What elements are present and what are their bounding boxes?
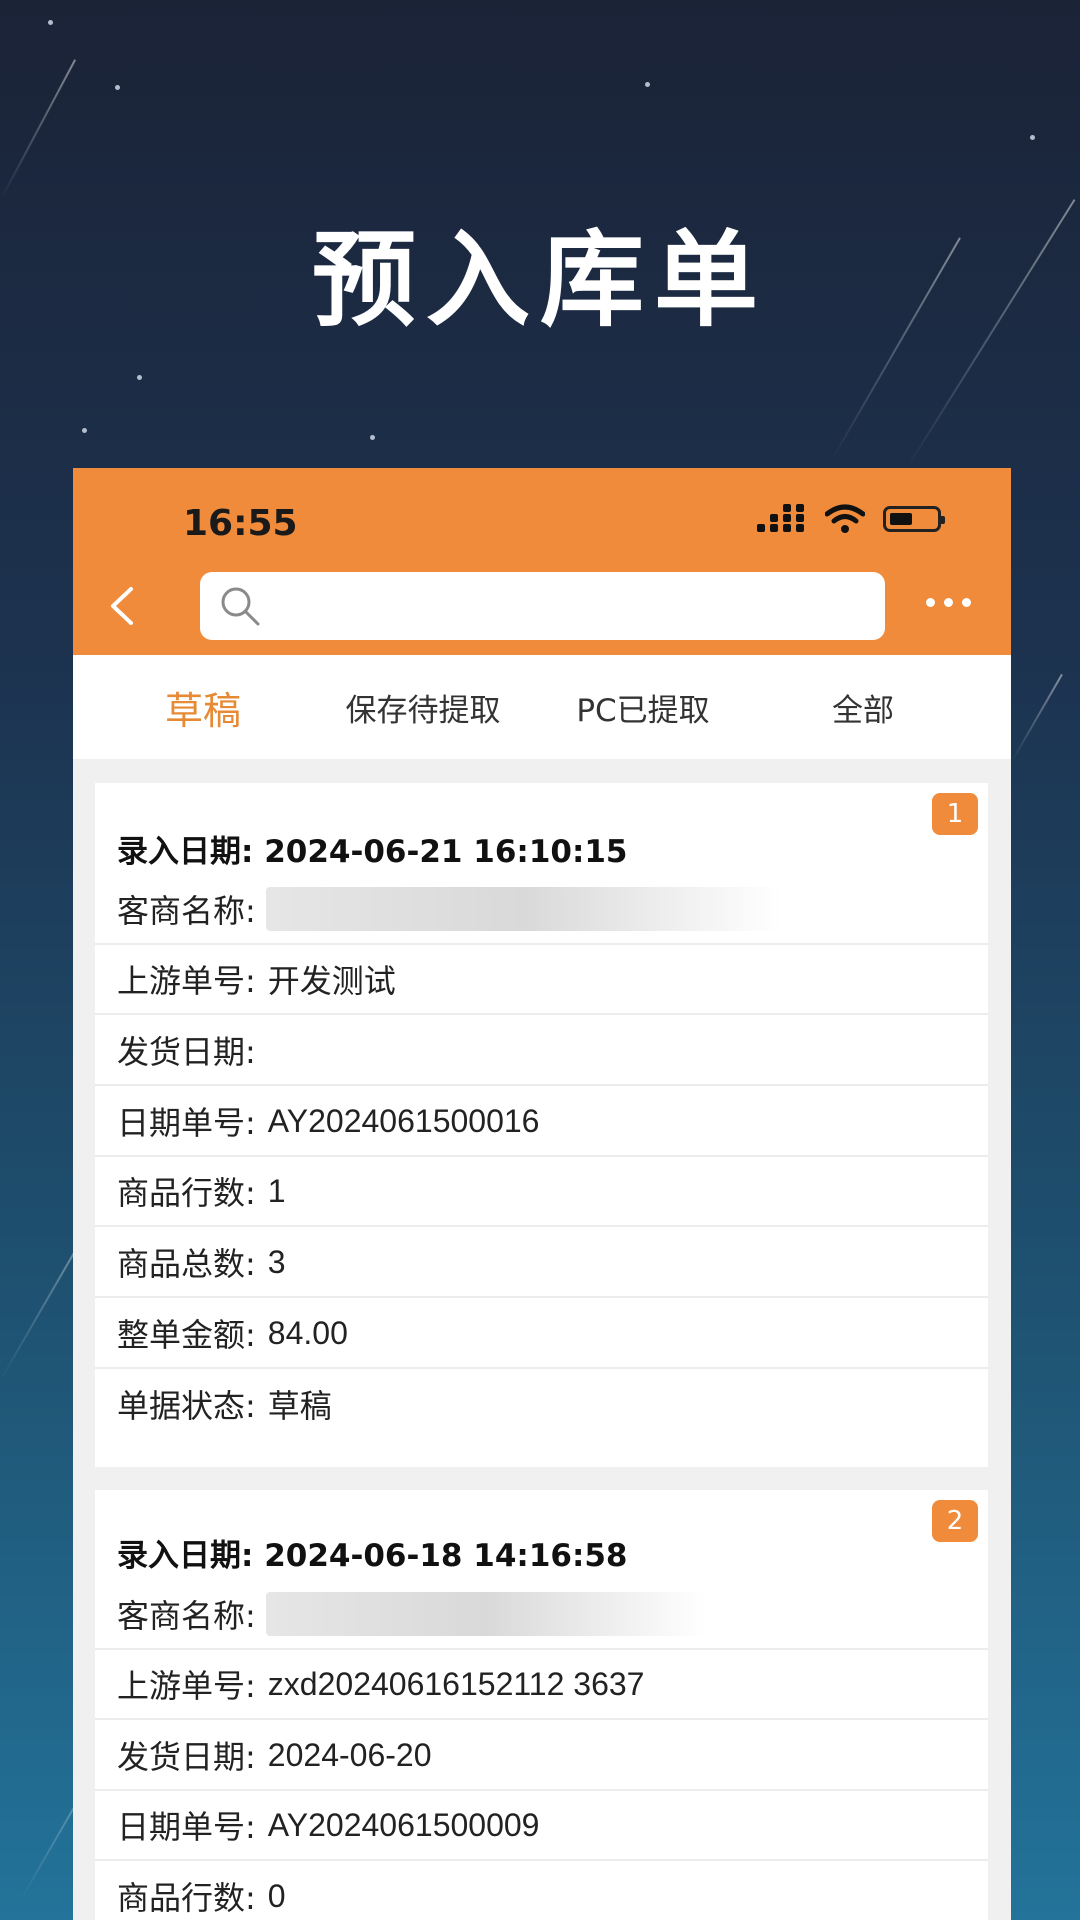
redacted-customer-name (265, 887, 781, 931)
phone-screen: 16:55 草稿 保存待提取 PC已提取 全部 1 录入日期: 2024-06-… (73, 468, 1011, 1920)
total-qty-value: 3 (267, 1243, 286, 1280)
search-bar[interactable] (200, 572, 885, 640)
field-row: 上游单号: 开发测试 (95, 945, 988, 1015)
status-icons (757, 504, 945, 534)
field-row: 客商名称: (95, 1580, 988, 1650)
line-count-value: 0 (267, 1877, 286, 1914)
amount-value: 84.00 (267, 1314, 348, 1351)
field-row: 发货日期: 2024-06-20 (95, 1721, 988, 1791)
customer-label: 客商名称: (117, 1597, 256, 1635)
doc-status-label: 单据状态: (117, 1387, 256, 1425)
hero-title: 预入库单 (311, 219, 768, 341)
status-time: 16:55 (183, 503, 298, 544)
ship-date-label: 发货日期: (117, 1738, 256, 1776)
upstream-no-label: 上游单号: (117, 1667, 256, 1705)
field-row: 客商名称: (95, 875, 988, 945)
more-options-icon[interactable] (926, 598, 971, 607)
line-count-label: 商品行数: (117, 1879, 256, 1917)
doc-status-value: 草稿 (267, 1388, 332, 1424)
entry-date-value: 2024-06-18 14:16:58 (264, 1538, 628, 1574)
amount-label: 整单金额: (117, 1316, 256, 1354)
field-row: 商品总数: 3 (95, 1228, 988, 1298)
status-tabs: 草稿 保存待提取 PC已提取 全部 (73, 655, 1011, 759)
entry-date-line: 录入日期: 2024-06-21 16:10:15 (117, 826, 628, 871)
tab-draft[interactable]: 草稿 (73, 680, 333, 735)
field-row: 发货日期: (95, 1016, 988, 1086)
field-row: 日期单号: AY2024061500009 (95, 1791, 988, 1861)
tab-pending-extract[interactable]: 保存待提取 (333, 685, 513, 730)
upstream-no-value: 开发测试 (267, 963, 396, 999)
total-qty-label: 商品总数: (117, 1245, 256, 1283)
battery-icon (883, 506, 945, 532)
entry-date-value: 2024-06-21 16:10:15 (264, 834, 628, 870)
ship-date-value: 2024-06-20 (267, 1736, 432, 1773)
upstream-no-label: 上游单号: (117, 962, 256, 1000)
date-no-label: 日期单号: (117, 1104, 256, 1142)
redacted-customer-name (265, 1592, 706, 1636)
line-count-value: 1 (267, 1172, 286, 1209)
back-chevron-icon[interactable] (103, 581, 143, 631)
field-row: 上游单号: zxd20240616152112 3637 (95, 1650, 988, 1720)
upstream-no-value: zxd20240616152112 3637 (267, 1665, 645, 1702)
tab-pc-extracted[interactable]: PC已提取 (513, 685, 773, 730)
customer-label: 客商名称: (117, 892, 256, 930)
ship-date-label: 发货日期: (117, 1033, 256, 1071)
field-row: 整单金额: 84.00 (95, 1299, 988, 1369)
entry-date-label: 录入日期: (117, 834, 254, 870)
date-no-value: AY2024061500016 (267, 1102, 540, 1139)
date-no-label: 日期单号: (117, 1808, 256, 1846)
field-row: 商品行数: 1 (95, 1157, 988, 1227)
order-index-badge: 1 (932, 793, 978, 835)
line-count-label: 商品行数: (117, 1174, 256, 1212)
entry-date-label: 录入日期: (117, 1538, 254, 1574)
order-card[interactable]: 2 录入日期: 2024-06-18 14:16:58 客商名称: 上游单号: … (95, 1490, 988, 1920)
order-card[interactable]: 1 录入日期: 2024-06-21 16:10:15 客商名称: 上游单号: … (95, 783, 988, 1467)
field-row: 商品行数: 0 (95, 1862, 988, 1920)
search-input[interactable] (270, 582, 874, 632)
date-no-value: AY2024061500009 (267, 1806, 540, 1843)
top-bar: 16:55 (73, 468, 1011, 655)
search-icon (221, 587, 260, 626)
wifi-icon (825, 504, 865, 533)
entry-date-line: 录入日期: 2024-06-18 14:16:58 (117, 1530, 628, 1575)
field-row: 单据状态: 草稿 (95, 1369, 988, 1439)
cellular-signal-icon (757, 504, 804, 532)
tab-all[interactable]: 全部 (773, 685, 953, 730)
order-index-badge: 2 (932, 1500, 978, 1542)
field-row: 日期单号: AY2024061500016 (95, 1087, 988, 1157)
